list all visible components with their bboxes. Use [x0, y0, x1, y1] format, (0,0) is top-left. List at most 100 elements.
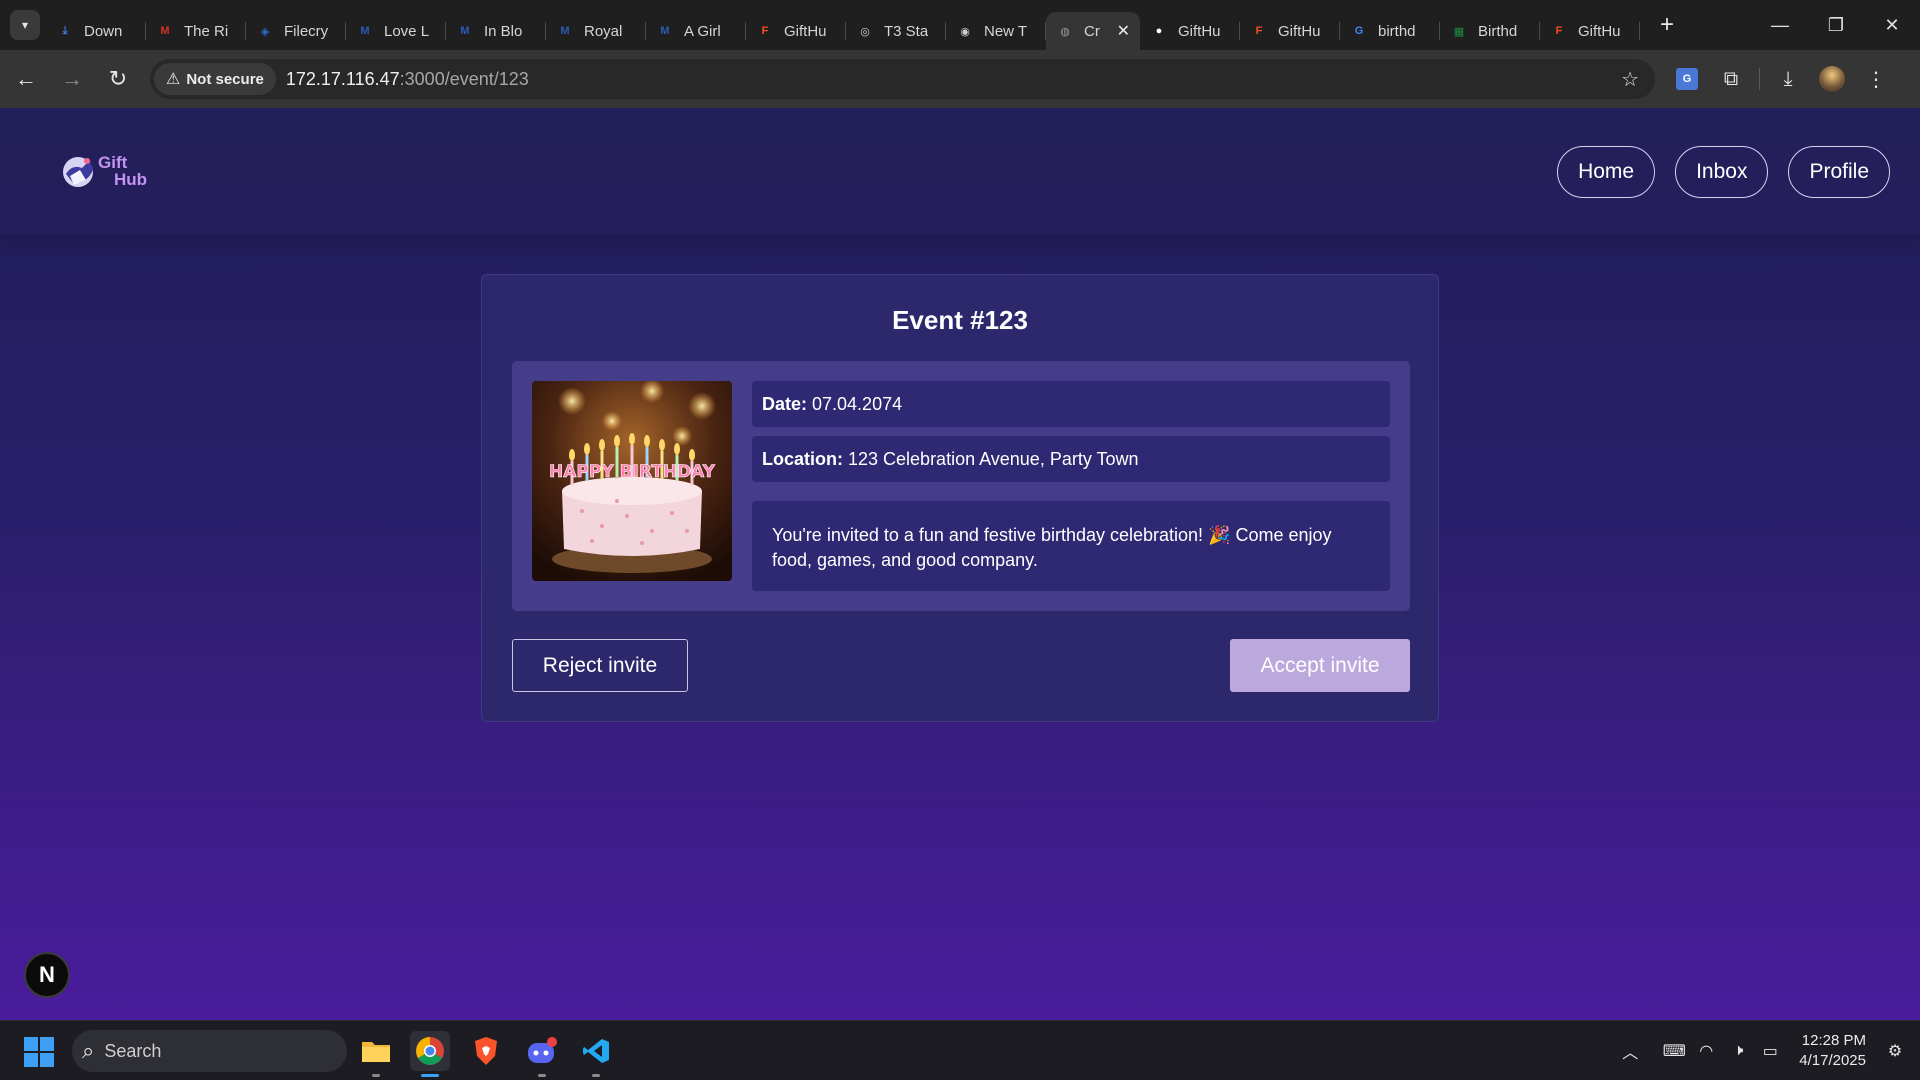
event-location-field: Location: 123 Celebration Avenue, Party … [752, 436, 1390, 482]
download-icon: ⤓ [62, 24, 68, 37]
date-value: 07.04.2074 [812, 393, 903, 414]
reject-invite-button[interactable]: Reject invite [512, 639, 688, 692]
tab-title: GiftHu [1178, 22, 1221, 40]
tab-title: The Ri [184, 22, 229, 40]
taskbar-search-placeholder: Search [104, 1040, 162, 1061]
extensions-puzzle-icon[interactable]: ⧉ [1709, 59, 1753, 99]
browser-tab[interactable]: F GiftHu [1240, 12, 1340, 50]
main-nav: Home Inbox Profile [1557, 146, 1890, 198]
browser-tab[interactable]: ◈ Filecry [246, 12, 346, 50]
tab-close-icon[interactable]: ✕ [1117, 21, 1130, 41]
nav-inbox-button[interactable]: Inbox [1675, 146, 1769, 198]
taskbar-search[interactable]: ⌕ Search [72, 1030, 347, 1072]
minimize-icon[interactable]: — [1752, 0, 1808, 50]
mdl-icon: M [360, 25, 370, 37]
nav-profile-button[interactable]: Profile [1788, 146, 1890, 198]
profile-avatar-button[interactable] [1810, 59, 1854, 99]
bookmark-star-icon[interactable]: ☆ [1621, 67, 1639, 92]
tab-title: GiftHu [1278, 22, 1321, 40]
forward-arrow-icon[interactable]: → [52, 59, 92, 99]
discord-icon[interactable] [522, 1031, 562, 1077]
tab-title: A Girl [684, 22, 721, 40]
chrome-icon[interactable] [410, 1031, 450, 1077]
tab-list: ⤓ Down M The Ri ◈ Filecry M Love L M In Blo M Royal… [46, 0, 1640, 50]
tab-title: New T [984, 22, 1028, 40]
wifi-icon[interactable]: ◠ [1691, 1036, 1721, 1066]
nav-home-button[interactable]: Home [1557, 146, 1656, 198]
vscode-icon[interactable] [576, 1031, 616, 1077]
gmail-icon: M [160, 25, 170, 37]
running-indicator [592, 1074, 600, 1077]
browser-tab[interactable]: M Royal [546, 12, 646, 50]
browser-tab[interactable]: ◉ New T [946, 12, 1046, 50]
file-explorer-icon[interactable] [356, 1031, 396, 1077]
back-arrow-icon[interactable]: ← [6, 59, 46, 99]
notification-bell-icon[interactable]: ⚙ [1880, 1036, 1910, 1066]
figma-icon: F [1555, 25, 1563, 37]
location-label: Location: [762, 448, 843, 469]
tab-title: GiftHu [1578, 22, 1621, 40]
browser-tab[interactable]: ▦ Birthd [1440, 12, 1540, 50]
tab-title: Birthd [1478, 22, 1518, 40]
nextjs-dev-badge[interactable]: N [24, 952, 70, 998]
chevron-up-icon[interactable]: ︿ [1615, 1036, 1645, 1066]
warning-triangle-icon: ⚠ [166, 71, 181, 88]
browser-tab[interactable]: M In Blo [446, 12, 546, 50]
search-icon: ⌕ [82, 1038, 95, 1063]
tab-search-chevron-icon[interactable]: ▾ [10, 10, 40, 40]
browser-tab[interactable]: ● GiftHu [1140, 12, 1240, 50]
tab-title: T3 Sta [884, 22, 929, 40]
browser-tab[interactable]: M The Ri [146, 12, 246, 50]
brave-icon[interactable] [466, 1031, 506, 1071]
shield-icon: ◈ [260, 25, 270, 38]
kebab-menu-icon[interactable]: ⋮ [1854, 59, 1898, 99]
browser-tab[interactable]: Gbirthd [1340, 12, 1440, 50]
event-title: Event #123 [892, 305, 1028, 335]
browser-tab[interactable]: M Love L [346, 12, 446, 50]
volume-icon[interactable]: 🕨 [1723, 1036, 1753, 1066]
close-window-icon[interactable]: ✕ [1864, 0, 1920, 50]
gifthub-logo[interactable]: Gift Hub [60, 152, 147, 190]
event-card: Event #123 HAPPY BIRTHDAY Date: 07.04.20… [481, 274, 1439, 722]
tab-title: Royal [584, 22, 623, 40]
browser-tab[interactable]: ⤓ Down [46, 12, 146, 50]
running-indicator [421, 1074, 439, 1077]
new-tab-plus-icon[interactable]: + [1652, 10, 1682, 40]
translate-extension-button[interactable]: G [1665, 59, 1709, 99]
keyboard-icon[interactable]: ⌨ [1659, 1036, 1689, 1066]
tab-title: GiftHu [784, 22, 827, 40]
windows-start-icon[interactable] [24, 1037, 54, 1067]
tab-title: Down [84, 22, 123, 40]
url-text[interactable]: 172.17.116.47:3000/event/123 [286, 69, 529, 90]
security-chip[interactable]: ⚠ Not secure [154, 63, 276, 95]
translate-icon: G [1676, 68, 1698, 90]
site-header: Gift Hub Home Inbox Profile [0, 108, 1920, 234]
battery-icon[interactable]: ▭ [1755, 1036, 1785, 1066]
running-indicator [538, 1074, 546, 1077]
birthday-cake-image: HAPPY BIRTHDAY [532, 381, 732, 581]
browser-tab[interactable]: F GiftHu [1540, 12, 1640, 50]
toolbar-divider [1759, 68, 1760, 90]
taskbar-clock[interactable]: 12:28 PM 4/17/2025 [1799, 1031, 1866, 1071]
figma-icon: F [1255, 25, 1263, 37]
address-bar[interactable]: ⚠ Not secure 172.17.116.47:3000/event/12… [150, 59, 1655, 99]
browser-tab[interactable]: M A Girl [646, 12, 746, 50]
cake-topper-text: HAPPY BIRTHDAY [549, 462, 716, 482]
google-icon: G [1354, 25, 1364, 37]
running-indicator [372, 1074, 380, 1077]
event-date-field: Date: 07.04.2074 [752, 381, 1390, 427]
browser-tab[interactable]: F GiftHu [746, 12, 846, 50]
browser-tab[interactable]: ◍ Cr ✕ [1046, 12, 1140, 50]
browser-toolbar: ← → ↻ ⚠ Not secure 172.17.116.47:3000/ev… [0, 50, 1920, 108]
tab-title: Filecry [284, 22, 329, 40]
accept-invite-button[interactable]: Accept invite [1230, 639, 1410, 692]
gift-logo-icon [63, 157, 93, 187]
restore-icon[interactable]: ❐ [1808, 0, 1864, 50]
download-icon[interactable]: ⤓ [1766, 59, 1810, 99]
sheets-icon: ▦ [1453, 25, 1465, 38]
globe-icon: ◍ [1060, 25, 1070, 38]
chrome-icon: ◉ [960, 25, 970, 38]
tab-title: birthd [1378, 22, 1416, 40]
reload-icon[interactable]: ↻ [98, 59, 138, 99]
browser-tab[interactable]: ◎ T3 Sta [846, 12, 946, 50]
